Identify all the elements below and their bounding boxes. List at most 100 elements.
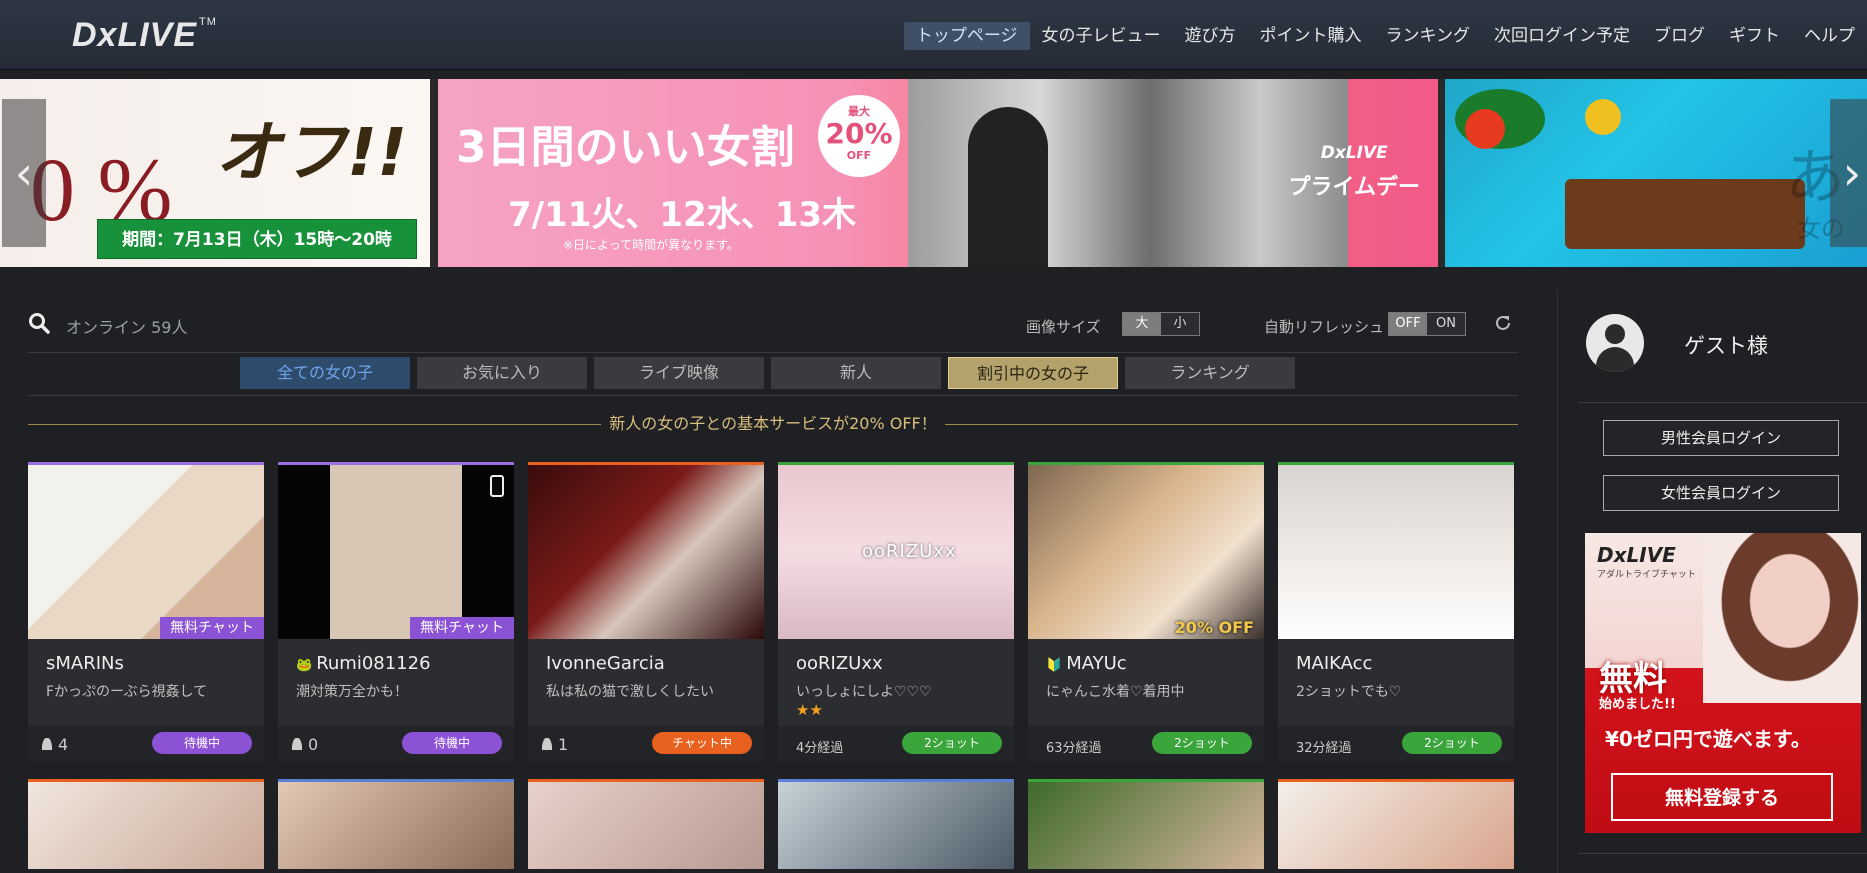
filter-tab[interactable]: 全ての女の子 bbox=[240, 357, 410, 389]
status-badge: 2ショット bbox=[1152, 732, 1252, 754]
performer-photo[interactable]: 無料チャット bbox=[28, 465, 264, 639]
performer-description: 2ショットでも♡ bbox=[1296, 684, 1402, 700]
performer-photo[interactable] bbox=[528, 465, 764, 639]
banner-flower bbox=[1585, 99, 1621, 135]
nav-item[interactable]: ギフト bbox=[1717, 22, 1792, 50]
size-small-option[interactable]: 小 bbox=[1161, 313, 1199, 335]
filter-tab[interactable]: 割引中の女の子 bbox=[948, 357, 1118, 389]
nav-item[interactable]: ランキング bbox=[1374, 22, 1483, 50]
performer-card[interactable] bbox=[778, 779, 1014, 869]
person-icon bbox=[542, 738, 552, 750]
divider bbox=[28, 395, 1518, 396]
performer-photo[interactable]: 無料チャット bbox=[278, 465, 514, 639]
viewer-count: 0 bbox=[292, 735, 318, 754]
performer-card[interactable] bbox=[278, 779, 514, 869]
performer-card[interactable]: 無料チャット 🐸 Rumi081126 潮対策万全かも！ 0 待機中 bbox=[278, 462, 514, 762]
free-register-button[interactable]: 無料登録する bbox=[1611, 773, 1833, 821]
nav-item[interactable]: ヘルプ bbox=[1792, 22, 1867, 50]
refresh-off-option[interactable]: OFF bbox=[1389, 313, 1427, 335]
performer-name[interactable]: MAIKAcc bbox=[1296, 653, 1372, 674]
performer-name-text: ooRIZUxx bbox=[796, 653, 883, 674]
performer-name[interactable]: 🐸 Rumi081126 bbox=[296, 653, 431, 674]
performer-photo[interactable]: ooRIZUxx bbox=[778, 465, 1014, 639]
performer-name[interactable]: IvonneGarcia bbox=[546, 653, 665, 674]
viewer-count: 1 bbox=[542, 735, 568, 754]
divider bbox=[1578, 402, 1867, 403]
refresh-icon[interactable] bbox=[1494, 314, 1512, 332]
main-nav: トップページ 女の子レビュー 遊び方 ポイント購入 ランキング 次回ログイン予定 ブログ ギフ… bbox=[903, 22, 1867, 50]
avatar bbox=[1586, 314, 1644, 372]
performer-card[interactable]: IvonneGarcia 私は私の猫で激しくしたい 1 チャット中 bbox=[528, 462, 764, 762]
status-badge: 2ショット bbox=[902, 732, 1002, 754]
card-footer: 63分経過 2ショット bbox=[1028, 726, 1264, 762]
performer-name-text: MAYUc bbox=[1066, 653, 1127, 674]
performer-name[interactable]: sMARINs bbox=[46, 653, 124, 674]
performer-card[interactable] bbox=[528, 779, 764, 869]
elapsed-time: 4分経過 bbox=[796, 741, 844, 756]
refresh-on-option[interactable]: ON bbox=[1427, 313, 1465, 335]
banner-carousel: 0 % オフ!! 期間：7月13日（木）15時～20時 3日間のいい女割 最大 … bbox=[0, 79, 1867, 267]
performer-description: いっしょにしよ♡♡♡ bbox=[796, 684, 932, 700]
nav-item[interactable]: 遊び方 bbox=[1173, 22, 1248, 50]
performer-description: にゃんこ水着♡着用中 bbox=[1046, 684, 1185, 700]
male-login-button[interactable]: 男性会員ログイン bbox=[1603, 420, 1839, 456]
performer-card[interactable] bbox=[28, 779, 264, 869]
performer-name[interactable]: ooRIZUxx bbox=[796, 653, 883, 674]
free-chat-badge: 無料チャット bbox=[160, 617, 264, 639]
image-size-label: 画像サイズ bbox=[1026, 318, 1101, 336]
divider bbox=[1578, 853, 1867, 854]
nav-item[interactable]: ポイント購入 bbox=[1248, 22, 1374, 50]
banner-discount-badge: 最大 20% OFF bbox=[818, 95, 900, 177]
banner-discount-period[interactable]: 0 % オフ!! 期間：7月13日（木）15時～20時 bbox=[0, 79, 430, 267]
image-size-toggle: 大 小 bbox=[1122, 312, 1200, 336]
filter-tab[interactable]: お気に入り bbox=[417, 357, 587, 389]
filter-tab[interactable]: ライブ映像 bbox=[594, 357, 764, 389]
performer-card[interactable]: ooRIZUxx ooRIZUxx いっしょにしよ♡♡♡ ★★ 4分経過 2ショット bbox=[778, 462, 1014, 762]
nav-item[interactable]: 次回ログイン予定 bbox=[1482, 22, 1642, 50]
signup-ad[interactable]: DxLIVE アダルトライブチャット 無料 始めました!! ¥0ゼロ円で遊べます… bbox=[1585, 533, 1861, 833]
performer-card[interactable]: 20% OFF 🔰 MAYUc にゃんこ水着♡着用中 63分経過 2ショット bbox=[1028, 462, 1264, 762]
beginner-icon: 🔰 bbox=[1046, 658, 1063, 673]
elapsed-time: 32分経過 bbox=[1296, 741, 1352, 756]
promo-text: 新人の女の子との基本サービスが20% OFF！ bbox=[601, 414, 945, 433]
performer-photo[interactable] bbox=[1278, 465, 1514, 639]
ad-brand: DxLIVE bbox=[1597, 543, 1676, 567]
nav-item[interactable]: ブログ bbox=[1642, 22, 1717, 50]
ad-free-sub: 始めました!! bbox=[1599, 697, 1676, 712]
dxlive-logo[interactable]: DxLIVE TM bbox=[72, 16, 217, 55]
filter-tabs: 全ての女の子 お気に入り ライブ映像 新人 割引中の女の子 ランキング bbox=[240, 357, 1295, 389]
promo-banner: 新人の女の子との基本サービスが20% OFF！ bbox=[28, 412, 1518, 436]
performer-photo[interactable]: 20% OFF bbox=[1028, 465, 1264, 639]
banner-period-badge: 期間：7月13日（木）15時～20時 bbox=[97, 219, 417, 259]
nav-item[interactable]: 女の子レビュー bbox=[1030, 22, 1173, 50]
nav-item[interactable]: トップページ bbox=[903, 22, 1030, 50]
auto-refresh-toggle: OFF ON bbox=[1388, 312, 1466, 336]
photo-overlay-text: ooRIZUxx bbox=[862, 541, 957, 562]
top-header: DxLIVE TM トップページ 女の子レビュー 遊び方 ポイント購入 ランキング 次回ログ… bbox=[0, 0, 1867, 70]
elapsed-time: 63分経過 bbox=[1046, 741, 1102, 756]
filter-tab[interactable]: ランキング bbox=[1125, 357, 1295, 389]
performer-card[interactable]: 無料チャット sMARINs Fかっぷのーぶら視姦して 4 待機中 bbox=[28, 462, 264, 762]
performer-name-text: MAIKAcc bbox=[1296, 653, 1373, 674]
search-icon[interactable] bbox=[28, 312, 50, 334]
performer-card[interactable] bbox=[1028, 779, 1264, 869]
free-chat-badge: 無料チャット bbox=[410, 617, 514, 639]
filter-tab[interactable]: 新人 bbox=[771, 357, 941, 389]
carousel-prev-button[interactable]: ‹ bbox=[2, 99, 46, 247]
performer-card[interactable] bbox=[1278, 779, 1514, 869]
female-login-button[interactable]: 女性会員ログイン bbox=[1603, 475, 1839, 511]
size-large-option[interactable]: 大 bbox=[1123, 313, 1161, 335]
carousel-next-button[interactable]: › bbox=[1830, 99, 1867, 247]
online-count: オンライン 59人 bbox=[66, 318, 188, 337]
performer-name[interactable]: 🔰 MAYUc bbox=[1046, 653, 1127, 674]
performer-name-text: sMARINs bbox=[46, 653, 124, 674]
card-footer: 1 チャット中 bbox=[528, 726, 764, 762]
performer-card[interactable]: MAIKAcc 2ショットでも♡ 32分経過 2ショット bbox=[1278, 462, 1514, 762]
viewer-count-value: 0 bbox=[308, 735, 319, 754]
guest-name: ゲスト様 bbox=[1684, 334, 1768, 358]
banner-tropical[interactable]: あ 女の bbox=[1445, 79, 1867, 267]
performer-name-text: Rumi081126 bbox=[316, 653, 431, 674]
banner-dates: 7/11火、12水、13木 bbox=[508, 195, 857, 235]
viewer-count-value: 4 bbox=[58, 735, 69, 754]
banner-prime-day[interactable]: 3日間のいい女割 最大 20% OFF 7/11火、12水、13木 ※日によって… bbox=[438, 79, 1438, 267]
